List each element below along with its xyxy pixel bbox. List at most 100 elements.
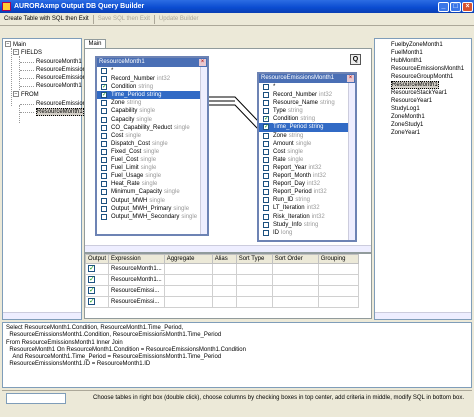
column-checkbox[interactable]: [263, 148, 269, 155]
output-checkbox[interactable]: [88, 264, 95, 273]
grid-output-cell[interactable]: [84, 274, 110, 286]
close-table-icon[interactable]: ×: [199, 59, 206, 66]
table-list-item[interactable]: ResourceYear1: [391, 97, 471, 105]
table-list-item[interactable]: ZoneYear1: [391, 129, 471, 137]
table-column-row[interactable]: Zone string: [259, 132, 355, 140]
table-list-item[interactable]: ZoneMonth1: [391, 113, 471, 121]
column-checkbox[interactable]: [101, 173, 107, 180]
table-header[interactable]: ResourceEmissionsMonth1 ×: [259, 74, 355, 83]
tree-node-fields[interactable]: − FIELDS: [13, 49, 42, 57]
column-checkbox[interactable]: [263, 164, 269, 171]
table-column-row[interactable]: Cost single: [259, 148, 355, 156]
maximize-button[interactable]: □: [450, 1, 461, 12]
column-checkbox[interactable]: [263, 173, 269, 180]
grid-cell[interactable]: [163, 274, 213, 286]
grid-cell[interactable]: [211, 285, 237, 297]
table-list-item[interactable]: StudyLog1: [391, 105, 471, 113]
output-checkbox[interactable]: [88, 297, 95, 306]
table-column-row[interactable]: Amount single: [259, 140, 355, 148]
table-column-row[interactable]: Capability single: [97, 107, 207, 115]
column-checkbox[interactable]: [263, 197, 269, 204]
grid-row[interactable]: ResourceMonth1...: [84, 263, 359, 275]
table-column-row[interactable]: Conditionstring: [97, 83, 207, 91]
grid-cell[interactable]: [211, 296, 237, 308]
table-column-row[interactable]: Output_MWH single: [97, 197, 207, 205]
grid-expression-cell[interactable]: ResourceMonth1...: [108, 263, 165, 275]
table-column-row[interactable]: Conditionstring: [259, 115, 355, 123]
available-tables-list[interactable]: FuelbyZoneMonth1 FuelMonth1 HubMonth1 Resou…: [374, 38, 472, 320]
collapse-icon[interactable]: −: [13, 91, 19, 98]
grid-expression-cell[interactable]: ResourceEmissi...: [108, 285, 165, 297]
tree-node-main[interactable]: − Main: [5, 41, 26, 49]
grid-cell[interactable]: [163, 296, 213, 308]
column-checkbox[interactable]: [263, 115, 269, 123]
grid-row[interactable]: ResourceEmissi...: [84, 296, 359, 308]
grid-output-cell[interactable]: [84, 263, 110, 275]
grid-cell[interactable]: [271, 274, 319, 286]
collapse-icon[interactable]: −: [13, 49, 19, 56]
collapse-icon[interactable]: −: [5, 41, 11, 48]
grid-cell[interactable]: [235, 296, 273, 308]
column-checkbox[interactable]: [101, 68, 107, 74]
table-column-row[interactable]: Fuel_Cost single: [97, 156, 207, 164]
grid-cell[interactable]: [317, 274, 359, 286]
table-column-row[interactable]: Cost single: [97, 132, 207, 140]
grid-cell[interactable]: [317, 263, 359, 275]
column-checkbox[interactable]: [263, 221, 269, 228]
table-column-row[interactable]: Rate single: [259, 156, 355, 164]
grid-expression-cell[interactable]: ResourceMonth1...: [108, 274, 165, 286]
column-checkbox[interactable]: [101, 124, 107, 131]
table-column-row[interactable]: Resource_Name string: [259, 99, 355, 107]
column-checkbox[interactable]: [263, 181, 269, 188]
table-column-row[interactable]: Dispatch_Cost single: [97, 140, 207, 148]
grid-cell[interactable]: [271, 263, 319, 275]
table-column-row[interactable]: Report_Period int32: [259, 188, 355, 196]
grid-row[interactable]: ResourceEmissi...: [84, 285, 359, 297]
grid-cell[interactable]: [317, 285, 359, 297]
table-column-row[interactable]: *: [97, 67, 207, 75]
column-checkbox[interactable]: [101, 100, 107, 107]
canvas-horizontal-scrollbar[interactable]: [85, 245, 371, 252]
grid-header-alias[interactable]: Alias: [211, 254, 237, 264]
column-checkbox[interactable]: [101, 181, 107, 188]
update-builder-button[interactable]: Update Builder: [155, 16, 203, 22]
vertical-scrollbar[interactable]: [200, 67, 207, 234]
grid-header-output[interactable]: Output: [84, 254, 110, 264]
table-resourcemonth1[interactable]: ResourceMonth1× *Record_Numberint32Condi…: [95, 56, 209, 236]
grid-header-grouping[interactable]: Grouping: [317, 254, 359, 264]
grid-expression-cell[interactable]: ResourceEmissi...: [108, 296, 165, 308]
grid-cell[interactable]: [235, 263, 273, 275]
sql-editor[interactable]: Select ResourceMonth1.Condition, Resourc…: [2, 322, 472, 388]
output-checkbox[interactable]: [88, 286, 95, 295]
table-column-row[interactable]: Output_MWH_Secondary single: [97, 213, 207, 221]
table-column-row[interactable]: LT_Iteration int32: [259, 204, 355, 212]
column-checkbox[interactable]: [101, 132, 107, 139]
column-checkbox[interactable]: [101, 157, 107, 164]
column-checkbox[interactable]: [263, 229, 269, 236]
table-column-row[interactable]: Type string: [259, 107, 355, 115]
table-column-row[interactable]: Zone string: [97, 99, 207, 107]
column-checkbox[interactable]: [101, 76, 107, 83]
column-checkbox[interactable]: [263, 100, 269, 107]
table-column-row[interactable]: Risk_Iteration int32: [259, 213, 355, 221]
table-column-row[interactable]: Report_Month int32: [259, 172, 355, 180]
table-column-row[interactable]: CO_Capability_Reduct single: [97, 124, 207, 132]
table-list-item[interactable]: ResourceGroupMonth1: [391, 73, 471, 81]
tree-field-item[interactable]: ResourceMonth1: [36, 82, 82, 90]
table-column-row[interactable]: Record_Number int32: [97, 75, 207, 83]
table-column-row[interactable]: Fuel_Limit single: [97, 164, 207, 172]
close-table-icon[interactable]: ×: [347, 75, 354, 82]
column-checkbox[interactable]: [263, 205, 269, 212]
column-checkbox[interactable]: [101, 116, 107, 123]
grid-cell[interactable]: [317, 296, 359, 308]
table-list-item[interactable]: FuelbyZoneMonth1: [391, 41, 471, 49]
column-checkbox[interactable]: [263, 156, 269, 163]
table-column-row[interactable]: Fuel_Usage single: [97, 172, 207, 180]
table-column-row[interactable]: Report_Day int32: [259, 180, 355, 188]
column-checkbox[interactable]: [263, 132, 269, 139]
column-checkbox[interactable]: [101, 108, 107, 115]
column-checkbox[interactable]: [263, 108, 269, 115]
vertical-scrollbar[interactable]: [348, 83, 355, 240]
create-table-button[interactable]: Create Table with SQL then Exit: [0, 16, 93, 22]
grid-cell[interactable]: [211, 274, 237, 286]
